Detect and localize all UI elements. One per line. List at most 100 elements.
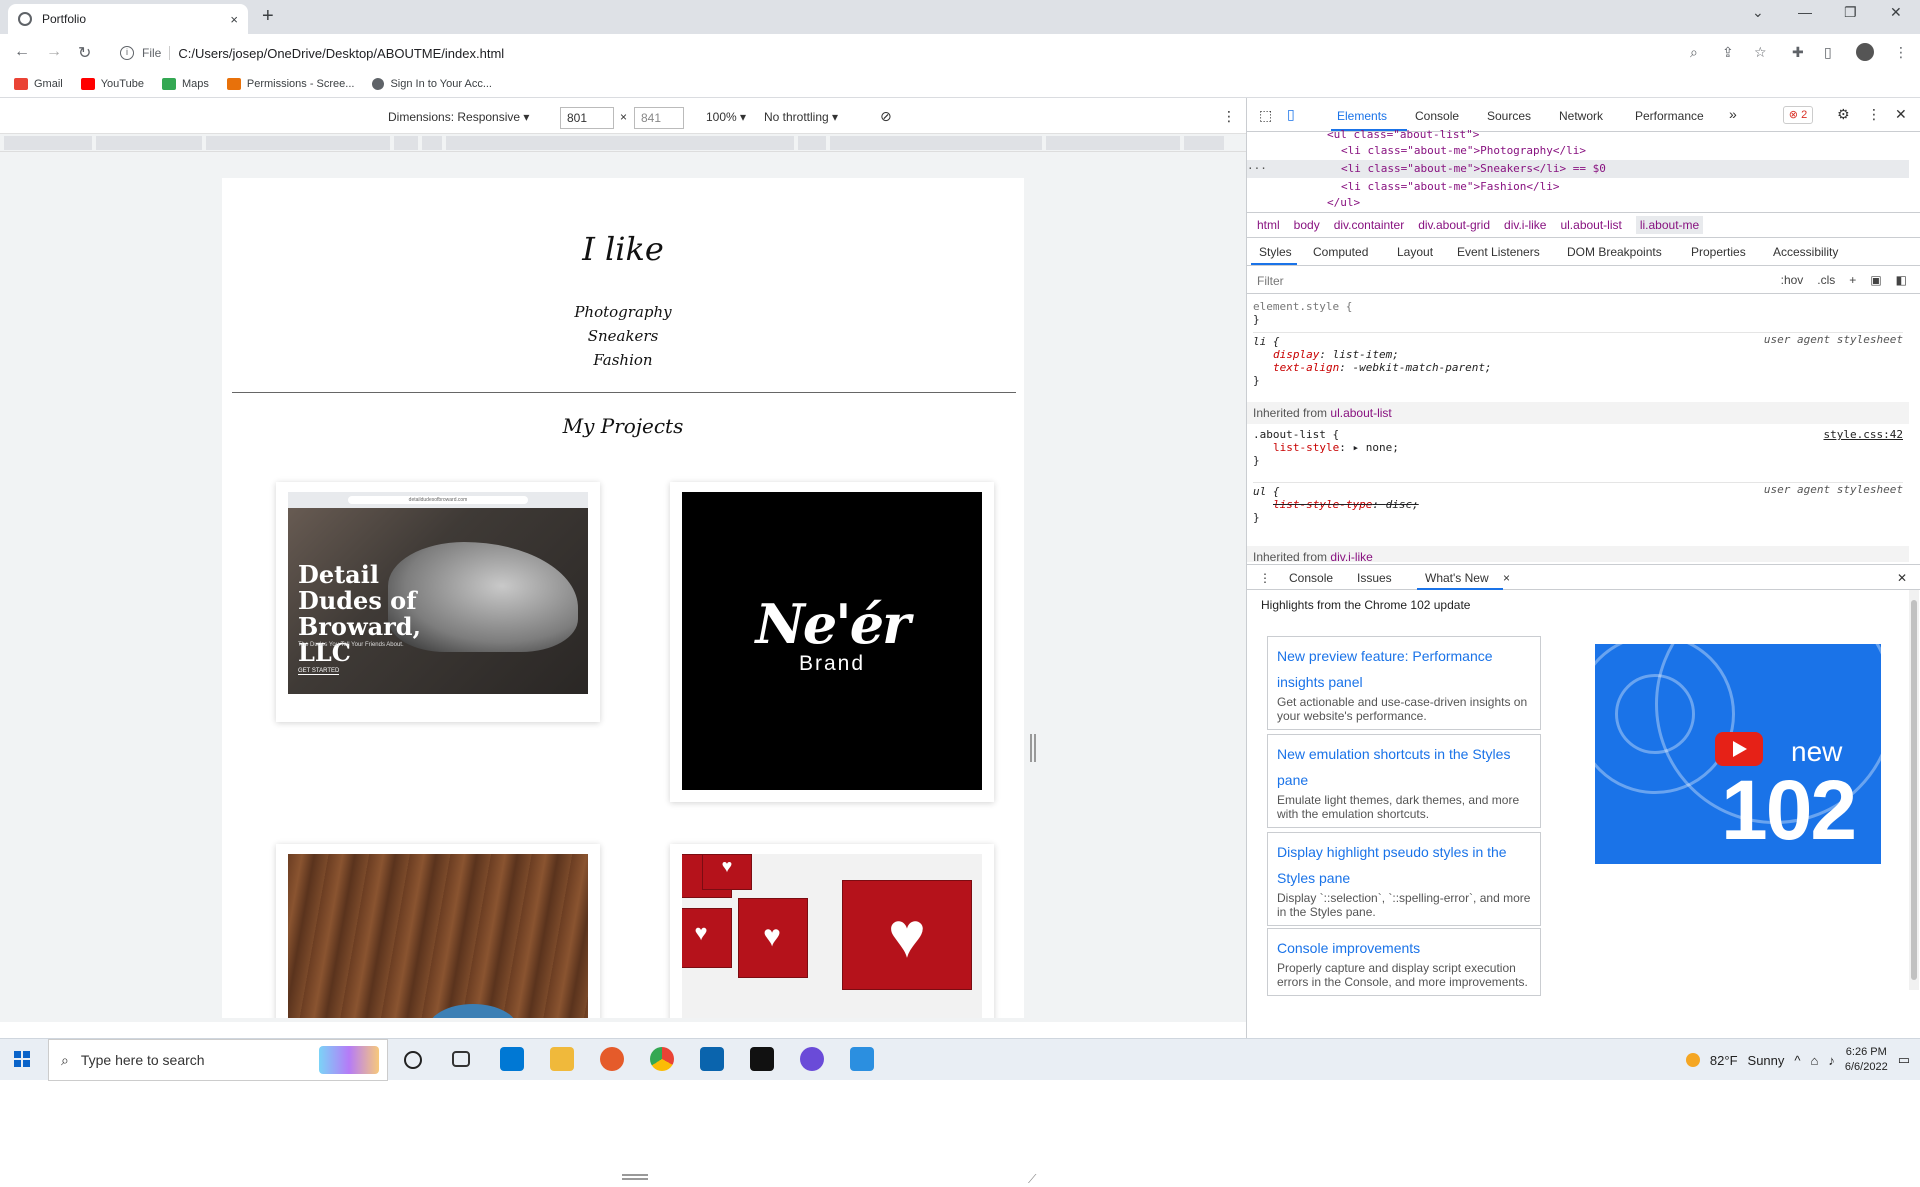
- inherited-target[interactable]: ul.about-list: [1330, 406, 1391, 420]
- dimensions-dropdown[interactable]: Dimensions: Responsive ▾: [388, 110, 529, 124]
- project-card-detail-dudes[interactable]: detaildudesofbroward.com Detail Dudes of…: [276, 482, 600, 722]
- menu-icon[interactable]: ⋮: [1894, 44, 1908, 61]
- dom-node-selected[interactable]: <li class="about-me">Sneakers</li> == $0: [1341, 162, 1606, 175]
- breadcrumb-item[interactable]: div.about-grid: [1418, 218, 1490, 232]
- media-query-bar[interactable]: [0, 134, 1246, 152]
- inspect-icon[interactable]: ⬚: [1259, 107, 1272, 124]
- news-title[interactable]: Console improvements: [1277, 935, 1531, 961]
- rule-source-link[interactable]: style.css:42: [1824, 428, 1903, 441]
- tray-chevron-icon[interactable]: ^: [1794, 1053, 1800, 1068]
- notification-icon[interactable]: ▭: [1898, 1052, 1910, 1068]
- bookmark-permissions[interactable]: Permissions - Scree...: [226, 77, 354, 90]
- drawer-menu-icon[interactable]: ⋮: [1259, 571, 1271, 585]
- breadcrumb-item[interactable]: body: [1294, 218, 1320, 232]
- extensions-icon[interactable]: ✚: [1792, 44, 1804, 61]
- share-icon[interactable]: ⇪: [1722, 44, 1734, 61]
- tab-close-icon[interactable]: ×: [230, 12, 238, 27]
- breadcrumb-item[interactable]: div.containter: [1334, 218, 1404, 232]
- firefox-icon[interactable]: [600, 1047, 624, 1071]
- url-text[interactable]: C:/Users/josep/OneDrive/Desktop/ABOUTME/…: [178, 46, 504, 61]
- throttling-dropdown[interactable]: No throttling ▾: [764, 110, 838, 124]
- weather-temp[interactable]: 82°F: [1710, 1053, 1738, 1068]
- devtools-close-icon[interactable]: ✕: [1895, 106, 1907, 123]
- network-icon[interactable]: ⌂: [1811, 1053, 1819, 1068]
- error-badge[interactable]: ⊗ 2: [1783, 106, 1813, 124]
- info-icon[interactable]: i: [120, 46, 134, 60]
- dom-node[interactable]: <li class="about-me">Photography</li>: [1341, 144, 1586, 157]
- discord-icon[interactable]: [800, 1047, 824, 1071]
- devtools-menu-icon[interactable]: ⋮: [1867, 106, 1881, 123]
- news-item[interactable]: New preview feature: Performance insight…: [1267, 636, 1541, 730]
- new-tab-button[interactable]: +: [262, 5, 274, 28]
- element-style-rule[interactable]: element.style { }: [1253, 300, 1903, 326]
- store-icon[interactable]: [500, 1047, 524, 1071]
- file-explorer-icon[interactable]: [550, 1047, 574, 1071]
- bookmark-star-icon[interactable]: ☆: [1754, 44, 1767, 61]
- new-rule-button[interactable]: +: [1849, 273, 1856, 287]
- tab-performance[interactable]: Performance: [1635, 109, 1704, 123]
- hover-state-toggle[interactable]: :hov: [1781, 273, 1804, 287]
- device-toggle-icon[interactable]: ▯: [1287, 106, 1295, 123]
- bookmark-gmail[interactable]: Gmail: [14, 77, 63, 90]
- device-more-icon[interactable]: ⋮: [1222, 108, 1236, 125]
- bookmark-maps[interactable]: Maps: [161, 77, 209, 90]
- tab-sources[interactable]: Sources: [1487, 109, 1531, 123]
- tab-styles[interactable]: Styles: [1259, 245, 1292, 259]
- more-tabs-icon[interactable]: »: [1729, 106, 1737, 122]
- project-card-hearts[interactable]: ♥ ♥ ♥ ♥: [670, 844, 994, 1018]
- chrome-icon[interactable]: [650, 1047, 674, 1071]
- address-bar[interactable]: i File C:/Users/josep/OneDrive/Desktop/A…: [110, 39, 1700, 67]
- class-toggle[interactable]: .cls: [1817, 273, 1835, 287]
- app-icon[interactable]: [750, 1047, 774, 1071]
- project-card-sneaker[interactable]: [276, 844, 600, 1018]
- ul-rule[interactable]: ul { user agent stylesheet list-style-ty…: [1253, 482, 1903, 524]
- drawer-tab-issues[interactable]: Issues: [1357, 571, 1392, 585]
- reload-icon[interactable]: ↻: [78, 43, 91, 63]
- dom-ellipsis[interactable]: ···: [1247, 162, 1267, 175]
- tab-accessibility[interactable]: Accessibility: [1773, 245, 1838, 259]
- li-rule[interactable]: li { user agent stylesheet display: list…: [1253, 332, 1903, 387]
- vscode-icon[interactable]: [850, 1047, 874, 1071]
- sidebar-toggle-icon[interactable]: ◧: [1896, 273, 1907, 287]
- dom-tree[interactable]: <ul class="about-list"> <li class="about…: [1247, 128, 1909, 212]
- breadcrumb-item[interactable]: li.about-me: [1635, 216, 1704, 234]
- zoom-icon[interactable]: ⌕: [1690, 44, 1698, 61]
- avatar[interactable]: [1856, 43, 1874, 61]
- news-title[interactable]: Display highlight pseudo styles in the S…: [1277, 839, 1531, 891]
- window-close-icon[interactable]: ✕: [1890, 4, 1902, 21]
- weather-text[interactable]: Sunny: [1748, 1053, 1785, 1068]
- tab-console[interactable]: Console: [1415, 109, 1459, 123]
- drawer-scrollbar[interactable]: [1909, 590, 1919, 990]
- news-item[interactable]: Console improvements Properly capture an…: [1267, 928, 1541, 996]
- styles-pane[interactable]: element.style { } li { user agent styles…: [1247, 294, 1909, 562]
- tab-properties[interactable]: Properties: [1691, 245, 1746, 259]
- news-title[interactable]: New emulation shortcuts in the Styles pa…: [1277, 741, 1531, 793]
- bookmark-youtube[interactable]: YouTube: [80, 77, 144, 90]
- horizontal-resize-handle[interactable]: [1030, 734, 1036, 762]
- tab-elements[interactable]: Elements: [1337, 109, 1387, 123]
- breadcrumb-item[interactable]: div.i-like: [1504, 218, 1546, 232]
- rotate-icon[interactable]: ⊘: [880, 108, 892, 125]
- whats-new-video[interactable]: new 102: [1595, 644, 1881, 864]
- bookmark-sign-in[interactable]: Sign In to Your Acc...: [372, 77, 492, 90]
- height-input[interactable]: 841: [634, 107, 684, 129]
- inherited-target[interactable]: div.i-like: [1330, 550, 1372, 562]
- volume-icon[interactable]: ♪: [1828, 1053, 1835, 1068]
- corner-resize-handle[interactable]: ⟋: [1028, 1172, 1036, 1187]
- about-list-rule[interactable]: .about-list { style.css:42 list-style: ▸…: [1253, 428, 1903, 467]
- mail-icon[interactable]: [700, 1047, 724, 1071]
- tab-portfolio[interactable]: Portfolio ×: [8, 4, 248, 34]
- taskbar-search[interactable]: ⌕ Type here to search: [48, 1039, 388, 1081]
- page-viewport[interactable]: I like Photography Sneakers Fashion My P…: [222, 178, 1024, 1018]
- dom-node[interactable]: <li class="about-me">Fashion</li>: [1341, 180, 1560, 193]
- vertical-resize-handle[interactable]: [622, 1174, 648, 1180]
- drawer-tab-whats-new[interactable]: What's New: [1425, 571, 1489, 585]
- width-input[interactable]: 801: [560, 107, 614, 129]
- restore-icon[interactable]: ❐: [1844, 4, 1857, 21]
- drawer-tab-close-icon[interactable]: ×: [1503, 571, 1510, 585]
- news-item[interactable]: Display highlight pseudo styles in the S…: [1267, 832, 1541, 926]
- settings-icon[interactable]: ⚙: [1837, 106, 1850, 123]
- clock[interactable]: 6:26 PM 6/6/2022: [1845, 1045, 1888, 1075]
- forward-icon[interactable]: →: [46, 43, 62, 61]
- project-card-neer-brand[interactable]: Ne'ér Brand: [670, 482, 994, 802]
